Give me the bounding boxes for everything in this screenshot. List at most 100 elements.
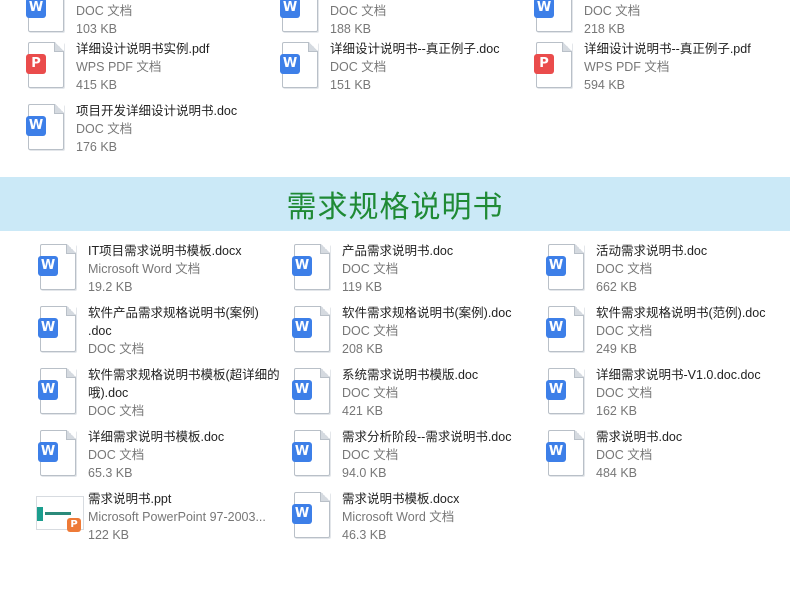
- file-item[interactable]: W 项目开发详细设计说明书.doc DOC 文档 176 KB: [26, 102, 276, 162]
- file-type: Microsoft Word 文档: [342, 510, 455, 524]
- file-name: 软件需求规格说明书(案例).doc: [342, 306, 512, 320]
- file-type: DOC 文档: [76, 122, 133, 136]
- file-size: 19.2 KB: [88, 280, 133, 294]
- word-file-icon: W: [534, 0, 578, 36]
- file-type: DOC 文档: [88, 448, 145, 462]
- file-size: 122 KB: [88, 528, 130, 542]
- file-item[interactable]: P 需求说明书.ppt Microsoft PowerPoint 97-2003…: [34, 490, 292, 550]
- file-item[interactable]: W DOC 文档 218 KB: [534, 0, 784, 44]
- file-type: DOC 文档: [596, 448, 653, 462]
- file-item[interactable]: W IT项目需求说明书模板.docx Microsoft Word 文档 19.…: [38, 242, 288, 302]
- file-size: 162 KB: [596, 404, 638, 418]
- word-file-icon: W: [280, 0, 324, 36]
- word-file-icon: W: [292, 242, 336, 294]
- file-type: DOC 文档: [596, 262, 653, 276]
- file-size: 65.3 KB: [88, 466, 133, 480]
- word-file-icon: W: [546, 242, 590, 294]
- word-file-icon: W: [292, 428, 336, 480]
- file-type: DOC 文档: [596, 324, 653, 338]
- file-type: DOC 文档: [596, 386, 653, 400]
- file-item[interactable]: W DOC 文档 103 KB: [26, 0, 276, 44]
- file-type: DOC 文档: [584, 4, 641, 18]
- word-file-icon: W: [292, 304, 336, 356]
- pdf-file-icon: P: [26, 40, 70, 92]
- file-name: IT项目需求说明书模板.docx: [88, 244, 242, 258]
- file-type: WPS PDF 文档: [76, 60, 162, 74]
- file-name: 产品需求说明书.doc: [342, 244, 454, 258]
- file-type: DOC 文档: [342, 324, 399, 338]
- file-size: 415 KB: [76, 78, 118, 92]
- file-type: Microsoft Word 文档: [88, 262, 201, 276]
- word-file-icon: W: [26, 0, 70, 36]
- file-item[interactable]: W 活动需求说明书.doc DOC 文档 662 KB: [546, 242, 790, 302]
- word-file-icon: W: [38, 304, 82, 356]
- file-item[interactable]: W 系统需求说明书模版.doc DOC 文档 421 KB: [292, 366, 542, 426]
- file-name: 软件需求规格说明书模板(超详细的: [88, 368, 280, 382]
- file-item[interactable]: W 详细需求说明书模板.doc DOC 文档 65.3 KB: [38, 428, 288, 488]
- file-item[interactable]: W 需求说明书.doc DOC 文档 484 KB: [546, 428, 790, 488]
- file-type: Microsoft PowerPoint 97-2003...: [88, 510, 266, 524]
- file-item[interactable]: P 详细设计说明书实例.pdf WPS PDF 文档 415 KB: [26, 40, 276, 100]
- file-item[interactable]: W 详细设计说明书--真正例子.doc DOC 文档 151 KB: [280, 40, 530, 100]
- file-size: 208 KB: [342, 342, 384, 356]
- file-name: 系统需求说明书模版.doc: [342, 368, 479, 382]
- file-name: 需求说明书模板.docx: [342, 492, 460, 506]
- file-name-continued: .doc: [88, 324, 112, 338]
- file-item[interactable]: W DOC 文档 188 KB: [280, 0, 530, 44]
- file-type: DOC 文档: [88, 342, 145, 356]
- word-file-icon: W: [26, 102, 70, 154]
- file-item[interactable]: W 详细需求说明书-V1.0.doc.doc DOC 文档 162 KB: [546, 366, 790, 426]
- word-file-icon: W: [546, 366, 590, 418]
- file-name: 项目开发详细设计说明书.doc: [76, 104, 238, 118]
- word-file-icon: W: [38, 242, 82, 294]
- file-size: 46.3 KB: [342, 528, 387, 542]
- file-type: DOC 文档: [342, 386, 399, 400]
- file-name: 详细设计说明书--真正例子.doc: [330, 42, 500, 56]
- file-size: 249 KB: [596, 342, 638, 356]
- word-file-icon: W: [280, 40, 324, 92]
- file-name: 活动需求说明书.doc: [596, 244, 708, 258]
- file-item[interactable]: W 产品需求说明书.doc DOC 文档 119 KB: [292, 242, 542, 302]
- file-size: 103 KB: [76, 22, 118, 36]
- file-size: 484 KB: [596, 466, 638, 480]
- file-name: 需求说明书.ppt: [88, 492, 172, 506]
- file-name: 详细设计说明书--真正例子.pdf: [584, 42, 751, 56]
- file-name: 需求分析阶段--需求说明书.doc: [342, 430, 512, 444]
- file-size: 94.0 KB: [342, 466, 387, 480]
- file-type: DOC 文档: [76, 4, 133, 18]
- file-type: DOC 文档: [330, 4, 387, 18]
- file-item[interactable]: W 软件需求规格说明书(范例).doc DOC 文档 249 KB: [546, 304, 790, 364]
- file-item[interactable]: P 详细设计说明书--真正例子.pdf WPS PDF 文档 594 KB: [534, 40, 784, 100]
- file-type: DOC 文档: [342, 262, 399, 276]
- word-file-icon: W: [546, 428, 590, 480]
- file-size: 119 KB: [342, 280, 383, 294]
- file-size: 594 KB: [584, 78, 626, 92]
- file-name: 详细设计说明书实例.pdf: [76, 42, 210, 56]
- file-name: 软件需求规格说明书(范例).doc: [596, 306, 766, 320]
- file-name: 需求说明书.doc: [596, 430, 683, 444]
- file-type: DOC 文档: [330, 60, 387, 74]
- file-name: 软件产品需求规格说明书(案例): [88, 306, 259, 320]
- section-banner: 需求规格说明书: [0, 177, 790, 231]
- file-item[interactable]: W 需求说明书模板.docx Microsoft Word 文档 46.3 KB: [292, 490, 542, 550]
- file-item[interactable]: W 软件需求规格说明书模板(超详细的 哦).doc DOC 文档: [38, 366, 288, 426]
- file-item[interactable]: W 软件需求规格说明书(案例).doc DOC 文档 208 KB: [292, 304, 542, 364]
- file-size: 176 KB: [76, 140, 118, 154]
- file-item[interactable]: W 软件产品需求规格说明书(案例) .doc DOC 文档: [38, 304, 288, 364]
- file-item[interactable]: W 需求分析阶段--需求说明书.doc DOC 文档 94.0 KB: [292, 428, 542, 488]
- file-size: 662 KB: [596, 280, 638, 294]
- file-type: WPS PDF 文档: [584, 60, 670, 74]
- word-file-icon: W: [38, 428, 82, 480]
- file-size: 151 KB: [330, 78, 372, 92]
- ppt-file-icon: P: [34, 490, 84, 542]
- file-type: DOC 文档: [342, 448, 399, 462]
- pdf-file-icon: P: [534, 40, 578, 92]
- file-name-continued: 哦).doc: [88, 386, 129, 400]
- file-size: 188 KB: [330, 22, 372, 36]
- section-title: 需求规格说明书: [286, 190, 504, 225]
- word-file-icon: W: [546, 304, 590, 356]
- file-name: 详细需求说明书-V1.0.doc.doc: [596, 368, 761, 382]
- file-size: 421 KB: [342, 404, 384, 418]
- file-type: DOC 文档: [88, 404, 145, 418]
- word-file-icon: W: [292, 490, 336, 542]
